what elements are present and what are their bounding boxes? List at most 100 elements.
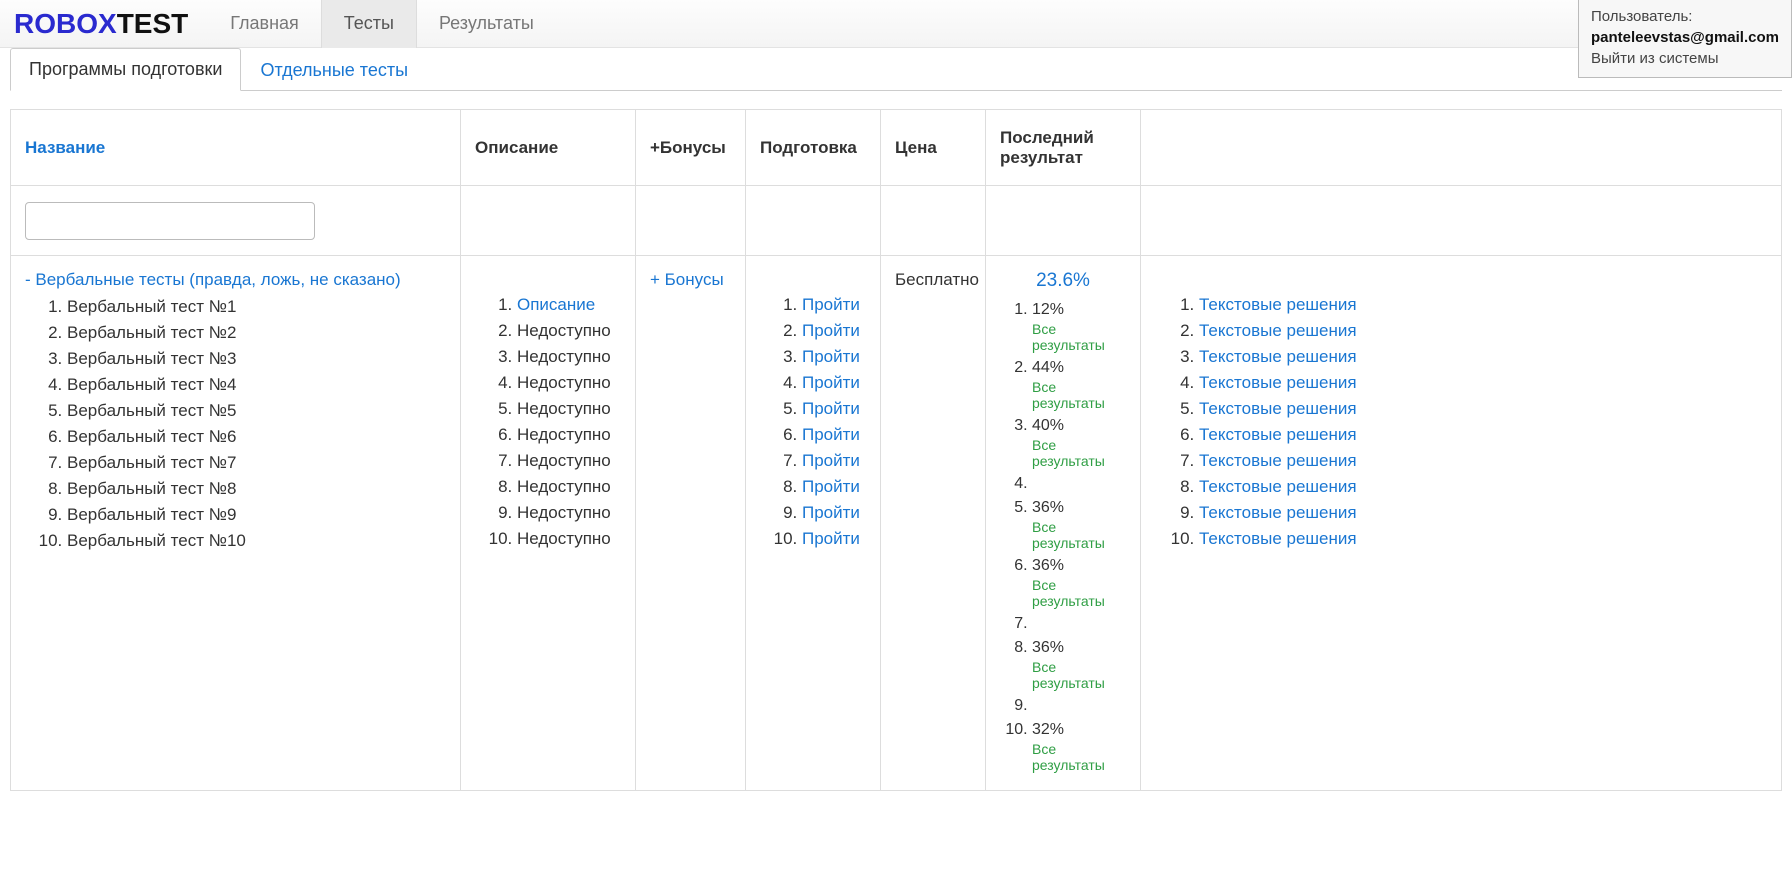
list-item: Пройти <box>802 344 866 370</box>
list-item: Текстовые решения <box>1199 318 1767 344</box>
list-item: Вербальный тест №5 <box>67 398 446 424</box>
list-item: Вербальный тест №4 <box>67 372 446 398</box>
list-item: Пройти <box>802 396 866 422</box>
top-nav: ROBOXTEST Главная Тесты Результаты Польз… <box>0 0 1792 48</box>
header-name[interactable]: Название <box>11 110 461 186</box>
list-item: Пройти <box>802 370 866 396</box>
collapse-icon: - <box>25 270 35 289</box>
all-results-link[interactable]: Все результаты <box>1032 321 1126 353</box>
cell-price: Бесплатно <box>881 256 986 791</box>
solution-link[interactable]: Текстовые решения <box>1199 373 1357 392</box>
list-item: 40% Все результаты <box>1032 414 1126 472</box>
list-item: Пройти <box>802 292 866 318</box>
list-item: Вербальный тест №1 <box>67 294 446 320</box>
solution-link[interactable]: Текстовые решения <box>1199 451 1357 470</box>
overall-result[interactable]: 23.6% <box>1000 270 1126 292</box>
all-results-link[interactable]: Все результаты <box>1032 437 1126 469</box>
name-filter-input[interactable] <box>25 202 315 240</box>
take-test-link[interactable]: Пройти <box>802 503 860 522</box>
list-item <box>1032 694 1126 718</box>
take-test-link[interactable]: Пройти <box>802 373 860 392</box>
filter-row <box>11 186 1782 256</box>
list-item: Недоступно <box>517 422 621 448</box>
price-value: Бесплатно <box>895 270 979 289</box>
header-row: Название Описание +Бонусы Подготовка Цен… <box>11 110 1782 186</box>
all-results-link[interactable]: Все результаты <box>1032 741 1126 773</box>
solution-link[interactable]: Текстовые решения <box>1199 295 1357 314</box>
result-pct: 44% <box>1032 359 1064 376</box>
header-lastres: Последний результат <box>986 110 1141 186</box>
take-test-link[interactable]: Пройти <box>802 529 860 548</box>
bonus-link[interactable]: + Бонусы <box>650 270 724 289</box>
list-item: Пройти <box>802 474 866 500</box>
solution-link[interactable]: Текстовые решения <box>1199 529 1357 548</box>
desc-link[interactable]: Описание <box>517 295 595 314</box>
all-results-link[interactable]: Все результаты <box>1032 577 1126 609</box>
list-item: Вербальный тест №6 <box>67 424 446 450</box>
logout-link[interactable]: Выйти из системы <box>1591 48 1779 69</box>
subtab-programs[interactable]: Программы подготовки <box>10 48 241 91</box>
header-desc: Описание <box>461 110 636 186</box>
list-item: 32%Все результаты <box>1032 718 1126 776</box>
user-label: Пользователь: <box>1591 6 1779 27</box>
logo-part1: ROBOX <box>14 8 117 39</box>
nav-main[interactable]: Главная <box>208 0 321 48</box>
solution-link[interactable]: Текстовые решения <box>1199 425 1357 444</box>
solution-link[interactable]: Текстовые решения <box>1199 347 1357 366</box>
list-item: Текстовые решения <box>1199 526 1767 552</box>
list-item: Текстовые решения <box>1199 396 1767 422</box>
list-item: Описание <box>517 292 621 318</box>
cell-solutions: Текстовые решения Текстовые решения Тексто… <box>1141 256 1782 791</box>
list-item: Пройти <box>802 500 866 526</box>
list-item: Недоступно <box>517 370 621 396</box>
list-item: Недоступно <box>517 526 621 552</box>
cell-prep: Пройти Пройти Пройти Пройти Пройти Пройти Прой… <box>746 256 881 791</box>
list-item <box>1032 612 1126 636</box>
table-row: - Вербальные тесты (правда, ложь, не ска… <box>11 256 1782 791</box>
list-item: Недоступно <box>517 318 621 344</box>
take-test-link[interactable]: Пройти <box>802 451 860 470</box>
cell-desc: ОписаниеНедоступноНедоступноНедоступноНе… <box>461 256 636 791</box>
list-item: Текстовые решения <box>1199 474 1767 500</box>
header-bonus: +Бонусы <box>636 110 746 186</box>
list-item: Вербальный тест №8 <box>67 476 446 502</box>
list-item: Текстовые решения <box>1199 500 1767 526</box>
desc-list: ОписаниеНедоступноНедоступноНедоступноНе… <box>475 292 621 552</box>
take-test-link[interactable]: Пройти <box>802 295 860 314</box>
take-test-link[interactable]: Пройти <box>802 425 860 444</box>
header-empty <box>1141 110 1782 186</box>
list-item: Вербальный тест №3 <box>67 346 446 372</box>
list-item: Вербальный тест №10 <box>67 528 446 554</box>
take-test-link[interactable]: Пройти <box>802 347 860 366</box>
take-test-link[interactable]: Пройти <box>802 321 860 340</box>
list-item: Недоступно <box>517 396 621 422</box>
group-toggle[interactable]: - Вербальные тесты (правда, ложь, не ска… <box>25 270 446 290</box>
list-item: Недоступно <box>517 344 621 370</box>
all-results-link[interactable]: Все результаты <box>1032 659 1126 691</box>
cell-bonus: + Бонусы <box>636 256 746 791</box>
subtab-single[interactable]: Отдельные тесты <box>241 49 427 91</box>
take-test-link[interactable]: Пройти <box>802 399 860 418</box>
list-item: Пройти <box>802 448 866 474</box>
take-test-link[interactable]: Пройти <box>802 477 860 496</box>
all-results-link[interactable]: Все результаты <box>1032 379 1126 411</box>
nav-tests[interactable]: Тесты <box>321 0 417 48</box>
solution-link[interactable]: Текстовые решения <box>1199 399 1357 418</box>
logo[interactable]: ROBOXTEST <box>0 8 208 40</box>
solution-link[interactable]: Текстовые решения <box>1199 503 1357 522</box>
solution-link[interactable]: Текстовые решения <box>1199 321 1357 340</box>
user-box: Пользователь: panteleevstas@gmail.com Вы… <box>1578 0 1792 78</box>
nav-results[interactable]: Результаты <box>417 0 556 48</box>
all-results-link[interactable]: Все результаты <box>1032 519 1126 551</box>
list-item: Пройти <box>802 422 866 448</box>
results-list: 12%Все результаты44%Все результаты40%Все… <box>1000 298 1126 776</box>
list-item: Текстовые решения <box>1199 344 1767 370</box>
solution-link[interactable]: Текстовые решения <box>1199 477 1357 496</box>
tests-grid: Название Описание +Бонусы Подготовка Цен… <box>10 109 1782 791</box>
list-item: 36%Все результаты <box>1032 496 1126 554</box>
solutions-list: Текстовые решения Текстовые решения Тексто… <box>1155 292 1767 552</box>
result-pct: 40% <box>1032 417 1064 434</box>
tests-list: Вербальный тест №1Вербальный тест №2Верб… <box>25 294 446 554</box>
list-item: Текстовые решения <box>1199 422 1767 448</box>
filter-name-cell <box>11 186 461 256</box>
